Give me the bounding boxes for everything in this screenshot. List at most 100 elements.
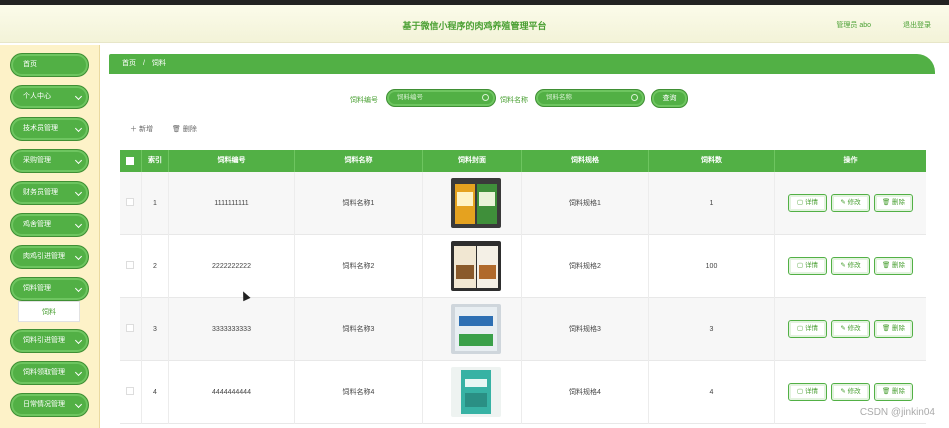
feed-cover-image xyxy=(451,241,501,291)
chevron-down-icon xyxy=(74,336,83,345)
col-spec: 饲料规格 xyxy=(522,150,649,172)
cell-name: 饲料名称2 xyxy=(295,235,423,298)
breadcrumb-separator: / xyxy=(142,60,145,67)
sidebar-item-daily[interactable]: 日常情况管理 xyxy=(10,393,89,417)
cell-name: 饲料名称3 xyxy=(295,298,423,361)
search-code-label: 饲料编号 xyxy=(350,97,378,104)
sidebar-item-label: 饲料引进管理 xyxy=(23,337,65,344)
cell-spec: 饲料规格2 xyxy=(522,235,649,298)
sidebar-item-feed[interactable]: 饲料管理 xyxy=(10,277,89,301)
sidebar: 首页 个人中心 技术员管理 采购管理 财务员管理 鸡舍管理 肉鸡引进管理 饲料管… xyxy=(0,45,100,428)
delete-button[interactable]: 🗑 删除 xyxy=(172,124,197,134)
edit-button[interactable]: ✎ 修改 xyxy=(831,194,870,212)
cell-index: 2 xyxy=(142,235,169,298)
search-icon xyxy=(482,94,489,101)
cell-name: 饲料名称4 xyxy=(295,361,423,424)
chevron-down-icon xyxy=(74,400,83,409)
sidebar-item-technician[interactable]: 技术员管理 xyxy=(10,117,89,141)
sidebar-item-finance[interactable]: 财务员管理 xyxy=(10,181,89,205)
row-checkbox[interactable] xyxy=(126,198,134,206)
sidebar-item-label: 肉鸡引进管理 xyxy=(23,253,65,260)
cell-code: 1111111111 xyxy=(169,172,295,235)
chevron-down-icon xyxy=(74,368,83,377)
cell-index: 3 xyxy=(142,298,169,361)
col-index: 索引 xyxy=(142,150,169,172)
sidebar-item-label: 首页 xyxy=(23,61,37,68)
cell-count: 4 xyxy=(649,361,775,424)
cell-count: 1 xyxy=(649,172,775,235)
app-header: 基于微信小程序的肉鸡养殖管理平台 管理员 abo 退出登录 xyxy=(0,5,949,43)
chevron-down-icon xyxy=(74,92,83,101)
add-button[interactable]: ＋ 新增 xyxy=(130,124,153,134)
edit-button[interactable]: ✎ 修改 xyxy=(831,383,870,401)
chevron-down-icon xyxy=(74,124,83,133)
row-actions: ▢ 详情 ✎ 修改 🗑 删除 xyxy=(788,383,918,401)
col-actions: 操作 xyxy=(843,157,858,164)
sidebar-item-label: 财务员管理 xyxy=(23,189,58,196)
sidebar-item-home[interactable]: 首页 xyxy=(10,53,89,77)
sidebar-item-coop[interactable]: 鸡舍管理 xyxy=(10,213,89,237)
app-title: 基于微信小程序的肉鸡养殖管理平台 xyxy=(402,21,547,31)
sidebar-item-label: 技术员管理 xyxy=(23,125,58,132)
col-count: 饲料数 xyxy=(649,150,775,172)
search-code-placeholder: 饲料编号 xyxy=(397,94,423,101)
cell-spec: 饲料规格1 xyxy=(522,172,649,235)
feed-cover-image xyxy=(451,178,501,228)
chevron-down-icon xyxy=(74,188,83,197)
breadcrumb-home[interactable]: 首页 xyxy=(122,60,136,67)
search-name-label: 饲料名称 xyxy=(500,97,528,104)
search-code-input[interactable]: 饲料编号 xyxy=(386,89,496,107)
delete-row-button[interactable]: 🗑 删除 xyxy=(874,383,913,401)
detail-button[interactable]: ▢ 详情 xyxy=(788,194,827,212)
chevron-down-icon xyxy=(74,252,83,261)
cell-spec: 饲料规格4 xyxy=(522,361,649,424)
table-header: 索引 饲料编号 饲料名称 饲料封面 饲料规格 饲料数 操作 xyxy=(120,150,926,172)
feed-cover-image xyxy=(451,367,501,417)
sidebar-subitem-feed[interactable]: 饲料 xyxy=(18,301,80,322)
row-actions: ▢ 详情 ✎ 修改 🗑 删除 xyxy=(788,320,918,338)
select-all-checkbox[interactable] xyxy=(126,157,134,165)
chevron-down-icon xyxy=(74,284,83,293)
feed-cover-image xyxy=(451,304,501,354)
current-user: 管理员 abo xyxy=(836,22,871,29)
chevron-down-icon xyxy=(74,220,83,229)
breadcrumb: 首页 / 饲料 xyxy=(109,54,935,74)
cell-code: 4444444444 xyxy=(169,361,295,424)
detail-button[interactable]: ▢ 详情 xyxy=(788,320,827,338)
table-row: 2 2222222222 饲料名称2 饲料规格2 100 ▢ 详情 ✎ 修改 🗑… xyxy=(120,235,926,298)
sidebar-item-label: 饲料管理 xyxy=(23,285,51,292)
logout-link[interactable]: 退出登录 xyxy=(903,20,931,30)
edit-button[interactable]: ✎ 修改 xyxy=(831,257,870,275)
cell-code: 2222222222 xyxy=(169,235,295,298)
delete-row-button[interactable]: 🗑 删除 xyxy=(874,257,913,275)
col-name: 饲料名称 xyxy=(295,150,423,172)
edit-button[interactable]: ✎ 修改 xyxy=(831,320,870,338)
breadcrumb-current: 饲料 xyxy=(151,60,166,67)
row-checkbox[interactable] xyxy=(126,261,134,269)
sidebar-item-purchase[interactable]: 采购管理 xyxy=(10,149,89,173)
delete-row-button[interactable]: 🗑 删除 xyxy=(874,320,913,338)
row-actions: ▢ 详情 ✎ 修改 🗑 删除 xyxy=(788,257,918,275)
select-all-cell xyxy=(120,150,142,172)
sidebar-item-personal-center[interactable]: 个人中心 xyxy=(10,85,89,109)
row-checkbox[interactable] xyxy=(126,324,134,332)
sidebar-item-feed-intro[interactable]: 饲料引进管理 xyxy=(10,329,89,353)
cell-name: 饲料名称1 xyxy=(295,172,423,235)
row-actions: ▢ 详情 ✎ 修改 🗑 删除 xyxy=(788,194,918,212)
sidebar-item-label: 个人中心 xyxy=(23,93,51,100)
sidebar-item-chicken-intro[interactable]: 肉鸡引进管理 xyxy=(10,245,89,269)
sidebar-item-feed-receive[interactable]: 饲料领取管理 xyxy=(10,361,89,385)
search-name-input[interactable]: 饲料名称 xyxy=(535,89,645,107)
search-icon xyxy=(631,94,638,101)
query-button[interactable]: 查询 xyxy=(651,89,688,108)
table-row: 3 3333333333 饲料名称3 饲料规格3 3 ▢ 详情 ✎ 修改 🗑 删… xyxy=(120,298,926,361)
delete-row-button[interactable]: 🗑 删除 xyxy=(874,194,913,212)
row-checkbox[interactable] xyxy=(126,387,134,395)
detail-button[interactable]: ▢ 详情 xyxy=(788,383,827,401)
sidebar-item-label: 饲料领取管理 xyxy=(23,369,65,376)
watermark: CSDN @jinkin04 xyxy=(859,407,935,418)
table-row: 1 1111111111 饲料名称1 饲料规格1 1 ▢ 详情 ✎ 修改 🗑 删… xyxy=(120,172,926,235)
cell-code: 3333333333 xyxy=(169,298,295,361)
cell-count: 100 xyxy=(649,235,775,298)
detail-button[interactable]: ▢ 详情 xyxy=(788,257,827,275)
